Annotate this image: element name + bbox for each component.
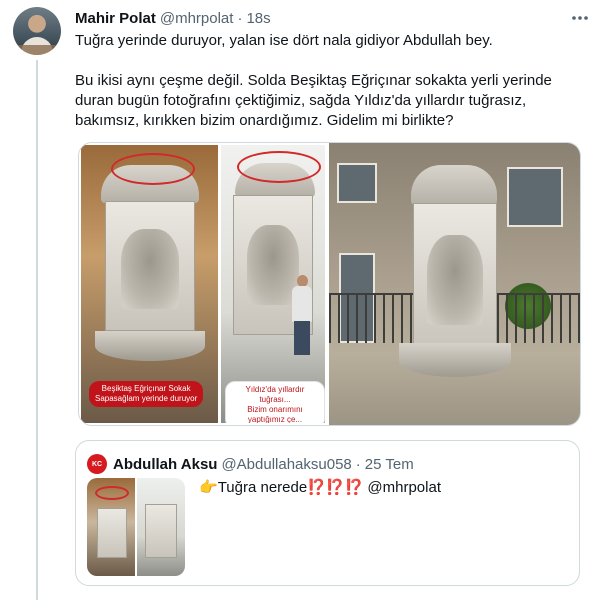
- photo-besiktas-fountain: Beşiktaş Eğriçınar Sokak Sapasağlam yeri…: [81, 145, 218, 423]
- media-comparison-image[interactable]: Beşiktaş Eğriçınar Sokak Sapasağlam yeri…: [79, 143, 330, 425]
- quoted-author-handle: @Abdullahaksu058: [221, 455, 352, 473]
- avatar-desk: [13, 45, 61, 55]
- interrobang-icons: ⁉️⁉️⁉️: [307, 479, 364, 496]
- tweet-media[interactable]: Beşiktaş Eğriçınar Sokak Sapasağlam yeri…: [78, 142, 581, 426]
- photo-fountain-street[interactable]: [329, 143, 580, 425]
- railing: [329, 293, 414, 343]
- caption-left: Beşiktaş Eğriçınar Sokak Sapasağlam yeri…: [89, 381, 204, 407]
- railing: [497, 293, 580, 343]
- fountain-basin: [95, 331, 205, 361]
- more-horizontal-icon[interactable]: [570, 8, 590, 28]
- header-separator: ·: [237, 9, 243, 27]
- highlight-circle: [237, 151, 321, 183]
- quoted-header-separator: ·: [355, 455, 361, 473]
- building-window: [507, 167, 564, 227]
- tweet-header: Mahir Polat @mhrpolat · 18s: [75, 8, 271, 28]
- tweet-text: Tuğra yerinde duruyor, yalan ise dört na…: [75, 31, 590, 131]
- fountain-basin: [399, 343, 512, 377]
- quoted-author-name: Abdullah Aksu: [113, 455, 218, 473]
- fountain-body: [145, 504, 177, 558]
- caption-right: Yıldız'da yıllardır tuğrası... Bizim ona…: [225, 381, 325, 423]
- author-handle[interactable]: @mhrpolat: [160, 10, 234, 27]
- pointing-hand-icon: 👉: [199, 479, 218, 496]
- fountain-niche: [427, 235, 484, 325]
- fountain-crest: [411, 165, 498, 205]
- quoted-author-avatar: KC: [87, 454, 107, 474]
- quoted-tweet-time: 25 Tem: [364, 455, 414, 473]
- quoted-tweet-thumbnail: [87, 478, 185, 576]
- quoted-thumb-photo-1: [87, 478, 135, 576]
- caption-right-text: Yıldız'da yıllardır tuğrası... Bizim ona…: [245, 385, 305, 423]
- highlight-circle: [111, 153, 195, 185]
- highlight-circle: [95, 486, 129, 500]
- caption-left-text: Beşiktaş Eğriçınar Sokak Sapasağlam yeri…: [95, 384, 198, 403]
- more-dots: [572, 16, 588, 20]
- photo-yildiz-fountain: Yıldız'da yıllardır tuğrası... Bizim ona…: [221, 145, 325, 423]
- thread-line: [36, 60, 38, 600]
- building-window: [337, 163, 378, 203]
- quoted-tweet-header: KC Abdullah Aksu @Abdullahaksu058 · 25 T…: [87, 454, 414, 474]
- author-avatar[interactable]: [13, 7, 61, 55]
- person-figure: [291, 275, 313, 355]
- quoted-thumb-photo-2: [137, 478, 185, 576]
- tweet-paragraph-1: Tuğra yerinde duruyor, yalan ise dört na…: [75, 32, 493, 49]
- quoted-tweet-text: 👉Tuğra nerede⁉️⁉️⁉️ @mhrpolat: [199, 478, 441, 498]
- fountain-niche: [121, 229, 179, 309]
- quoted-text-body: Tuğra nerede: [217, 479, 308, 496]
- author-name[interactable]: Mahir Polat: [75, 10, 156, 27]
- quoted-tweet[interactable]: KC Abdullah Aksu @Abdullahaksu058 · 25 T…: [75, 440, 580, 586]
- tweet-time[interactable]: 18s: [246, 10, 270, 27]
- tweet-paragraph-2: Bu ikisi aynı çeşme değil. Solda Beşikta…: [75, 72, 552, 129]
- left-rail: [0, 0, 72, 600]
- fountain-body: [97, 508, 127, 558]
- quoted-mention: @mhrpolat: [367, 479, 441, 496]
